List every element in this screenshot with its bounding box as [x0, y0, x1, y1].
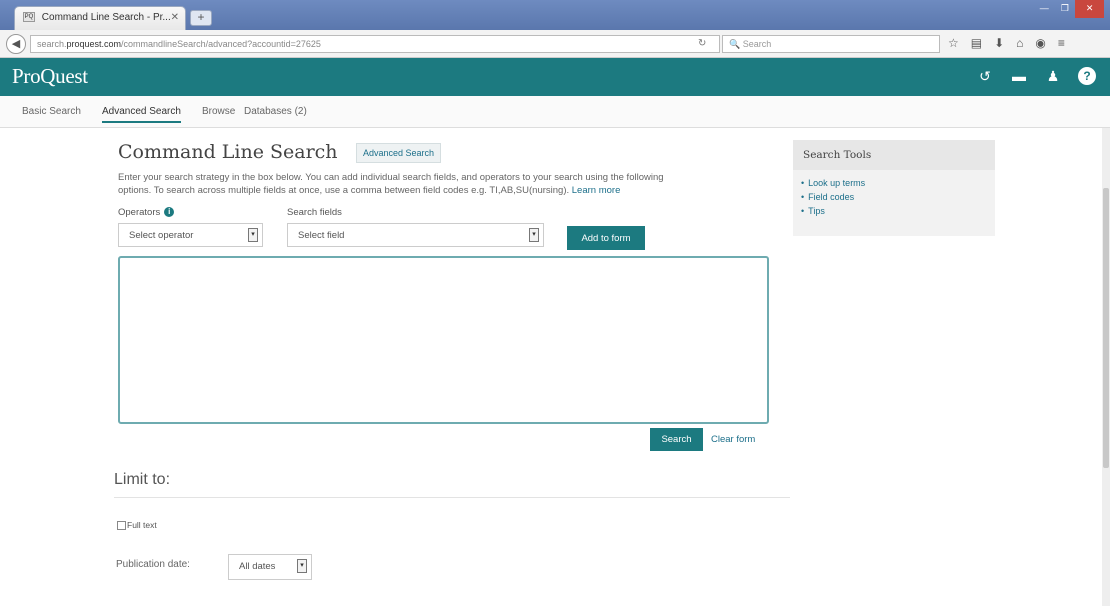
search-tools-title: Search Tools [793, 140, 995, 170]
field-codes-link[interactable]: Field codes [801, 190, 987, 204]
learn-more-link[interactable]: Learn more [572, 185, 621, 196]
browser-search-placeholder: Search [742, 39, 772, 49]
bookmarks-list-icon[interactable]: ▤ [971, 36, 982, 50]
operator-select-value: Select operator [129, 230, 194, 241]
download-icon[interactable]: ⬇ [994, 36, 1004, 50]
field-select[interactable]: Select field ▾ [287, 223, 544, 247]
tab-databases[interactable]: Databases (2) [244, 106, 307, 117]
proquest-favicon-icon: PQ [23, 12, 35, 23]
pocket-icon[interactable]: ◉ [1035, 36, 1045, 50]
search-button[interactable]: Search [650, 428, 703, 451]
proquest-logo[interactable]: ProQuest [12, 64, 88, 89]
chevron-down-icon: ▾ [529, 228, 539, 242]
publication-date-label: Publication date: [116, 559, 190, 570]
instructions-line-1: Enter your search strategy in the box be… [118, 172, 664, 183]
advanced-search-link[interactable]: Advanced Search [356, 143, 442, 163]
tab-basic-search[interactable]: Basic Search [22, 106, 81, 117]
url-path: /commandlineSearch/advanced?accountid=27… [121, 39, 321, 49]
search-tools-list: Look up terms Field codes Tips [793, 170, 995, 224]
full-text-label[interactable]: Full text [127, 520, 157, 530]
search-type-nav: Basic Search Advanced Search Browse Data… [0, 96, 1110, 128]
browser-search-field[interactable]: 🔍 Search [722, 35, 940, 53]
instructions-text: Enter your search strategy in the box be… [118, 171, 758, 197]
operator-select[interactable]: Select operator ▾ [118, 223, 263, 247]
add-to-form-button[interactable]: Add to form [567, 226, 645, 250]
reload-icon[interactable]: ↻ [698, 38, 706, 49]
instructions-line-2: options. To search across multiple field… [118, 185, 570, 196]
scrollbar-thumb[interactable] [1103, 188, 1109, 468]
window-close-button[interactable]: ✕ [1075, 0, 1105, 18]
address-bar[interactable]: search.proquest.com/commandlineSearch/ad… [30, 35, 720, 53]
tab-browse[interactable]: Browse [202, 106, 235, 117]
chevron-down-icon: ▾ [248, 228, 258, 242]
window-controls: — ❐ ✕ [1034, 0, 1105, 18]
full-text-checkbox[interactable] [117, 521, 126, 530]
field-select-value: Select field [298, 230, 345, 241]
help-icon[interactable]: ? [1078, 67, 1096, 85]
publication-date-select[interactable]: All dates ▾ [228, 554, 312, 580]
command-line-textarea[interactable] [118, 256, 769, 424]
tab-title: Command Line Search - Pr... [41, 12, 171, 23]
browser-titlebar: PQ Command Line Search - Pr... ✕ + — ❐ ✕ [0, 0, 1110, 30]
publication-date-value: All dates [239, 561, 276, 572]
browser-navbar: ◀ search.proquest.com/commandlineSearch/… [0, 30, 1110, 58]
home-icon[interactable]: ⌂ [1016, 36, 1023, 50]
back-arrow-icon[interactable]: ◀ [6, 34, 26, 54]
user-icon[interactable]: ♟ [1044, 67, 1062, 85]
search-fields-label: Search fields [287, 207, 342, 218]
tab-close-icon[interactable]: ✕ [171, 12, 179, 23]
tips-link[interactable]: Tips [801, 204, 987, 218]
maximize-button[interactable]: ❐ [1055, 0, 1076, 18]
limit-to-heading: Limit to: [114, 471, 171, 488]
folder-icon[interactable]: ▬ [1010, 67, 1028, 85]
browser-toolbar-icons: ☆ ▤ ⬇ ⌂ ◉ ≡ [948, 36, 1065, 50]
page-scrollbar[interactable] [1102, 128, 1110, 606]
url-host: proquest.com [66, 39, 122, 49]
search-icon: 🔍 [729, 39, 741, 49]
info-icon[interactable]: i [164, 207, 175, 218]
chevron-down-icon: ▾ [297, 559, 307, 573]
divider [114, 497, 790, 498]
operators-label-text: Operators [118, 207, 161, 218]
clear-form-link[interactable]: Clear form [711, 434, 755, 445]
history-icon[interactable]: ↺ [976, 67, 994, 85]
page-title: Command Line Search [118, 141, 338, 163]
new-tab-button[interactable]: + [190, 10, 212, 26]
operators-label: Operators i [118, 207, 175, 218]
look-up-terms-link[interactable]: Look up terms [801, 176, 987, 190]
menu-icon[interactable]: ≡ [1058, 36, 1065, 50]
bookmark-star-icon[interactable]: ☆ [948, 36, 959, 50]
proquest-header: ProQuest ↺ ▬ ♟ ? [0, 58, 1110, 96]
url-prefix: search. [37, 39, 67, 49]
tab-advanced-search[interactable]: Advanced Search [102, 106, 181, 123]
browser-tab[interactable]: PQ Command Line Search - Pr... ✕ [14, 6, 186, 30]
minimize-button[interactable]: — [1034, 0, 1055, 18]
search-tools-panel: Search Tools Look up terms Field codes T… [793, 140, 995, 236]
header-icons: ↺ ▬ ♟ ? [976, 67, 1096, 85]
